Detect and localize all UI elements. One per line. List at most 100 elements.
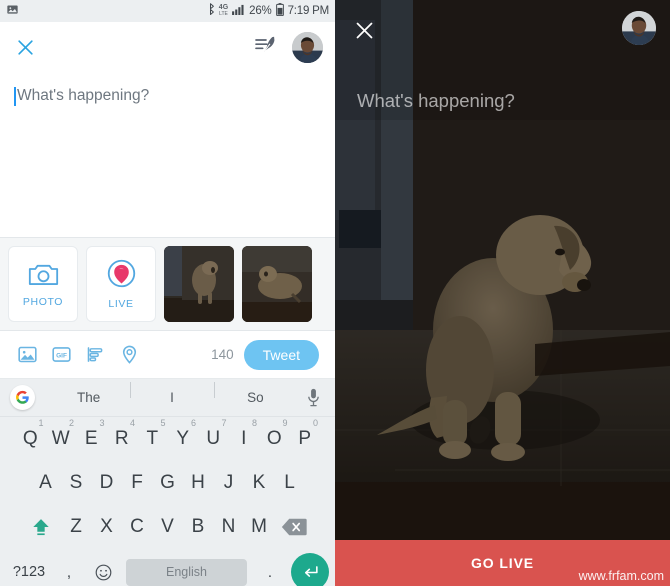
gallery-thumbnail-1[interactable] xyxy=(164,246,234,322)
comma-key[interactable]: , xyxy=(52,564,86,581)
screenshot-root: 4G LTE 26% 7:19 PM What's happening? PHO… xyxy=(0,0,670,586)
compose-placeholder: What's happening? xyxy=(17,87,150,104)
key-n[interactable]: N xyxy=(213,516,244,538)
android-status-bar: 4G LTE 26% 7:19 PM xyxy=(0,0,335,22)
image-icon xyxy=(6,3,19,19)
keyboard-bottom-row: ?123 , English . xyxy=(0,549,335,586)
key-j[interactable]: J xyxy=(213,472,244,494)
tweet-compose-area[interactable]: What's happening? xyxy=(0,72,335,237)
svg-text:GIF: GIF xyxy=(56,352,67,359)
key-p-label: P xyxy=(298,428,312,449)
key-x[interactable]: X xyxy=(91,516,122,538)
key-o-number: 9 xyxy=(282,418,288,428)
live-camera-panel: What's happening? GO LIVE www.frfam.com xyxy=(335,0,670,586)
suggestion-2[interactable]: I xyxy=(130,382,213,405)
key-b[interactable]: B xyxy=(183,516,214,538)
enter-return-icon[interactable] xyxy=(291,553,329,586)
key-f[interactable]: F xyxy=(122,472,153,494)
emoji-smiley-icon[interactable] xyxy=(86,563,120,582)
tweet-button[interactable]: Tweet xyxy=(243,339,319,370)
space-key[interactable]: English xyxy=(126,558,247,586)
key-e-label: E xyxy=(84,428,98,449)
photo-button[interactable]: PHOTO xyxy=(8,246,78,322)
close-x-icon[interactable] xyxy=(351,17,377,43)
close-x-icon[interactable] xyxy=(12,34,38,60)
key-w[interactable]: 2W xyxy=(46,418,77,450)
live-compose-placeholder[interactable]: What's happening? xyxy=(357,90,515,112)
media-picker-strip: PHOTO LIVE xyxy=(0,237,335,331)
key-i[interactable]: 8I xyxy=(229,418,260,450)
key-y-number: 6 xyxy=(190,418,196,428)
suggestion-3[interactable]: So xyxy=(213,382,297,405)
key-o[interactable]: 9O xyxy=(259,418,290,450)
key-i-number: 8 xyxy=(251,418,257,428)
microphone-icon[interactable] xyxy=(297,388,331,407)
key-h[interactable]: H xyxy=(183,472,214,494)
key-e[interactable]: 3E xyxy=(76,418,107,450)
bluetooth-icon xyxy=(206,3,215,19)
keyboard-suggestion-bar: The I So xyxy=(0,379,335,417)
key-m[interactable]: M xyxy=(244,516,275,538)
google-g-logo[interactable] xyxy=(10,385,35,410)
key-t[interactable]: 5T xyxy=(137,418,168,450)
gif-icon[interactable]: GIF xyxy=(44,338,78,372)
camera-icon xyxy=(28,261,59,292)
poll-icon[interactable] xyxy=(78,338,112,372)
key-c[interactable]: C xyxy=(122,516,153,538)
character-counter: 140 xyxy=(211,347,234,362)
site-watermark: www.frfam.com xyxy=(578,569,664,583)
battery-icon xyxy=(275,3,284,19)
key-l[interactable]: L xyxy=(274,472,305,494)
clock-label: 7:19 PM xyxy=(287,5,330,17)
key-u[interactable]: 7U xyxy=(198,418,229,450)
camera-preview xyxy=(335,0,670,586)
symbols-key[interactable]: ?123 xyxy=(6,564,52,580)
key-e-number: 3 xyxy=(99,418,105,428)
key-d[interactable]: D xyxy=(91,472,122,494)
network-type-indicator: 4G LTE xyxy=(218,4,229,17)
shift-caps-icon[interactable] xyxy=(21,516,61,538)
key-t-number: 5 xyxy=(160,418,166,428)
photo-button-label: PHOTO xyxy=(22,295,64,308)
live-button-label: LIVE xyxy=(108,298,134,310)
backspace-icon[interactable] xyxy=(274,517,314,537)
live-button[interactable]: LIVE xyxy=(86,246,156,322)
compose-thread-icon[interactable] xyxy=(254,35,278,60)
user-avatar[interactable] xyxy=(622,11,656,45)
key-q-number: 1 xyxy=(38,418,44,428)
key-y[interactable]: 6Y xyxy=(168,418,199,450)
key-z[interactable]: Z xyxy=(61,516,92,538)
key-y-label: Y xyxy=(176,428,190,449)
key-a[interactable]: A xyxy=(30,472,61,494)
periscope-icon xyxy=(106,258,137,294)
key-s[interactable]: S xyxy=(61,472,92,494)
twitter-compose-panel: 4G LTE 26% 7:19 PM What's happening? PHO… xyxy=(0,0,335,586)
key-k[interactable]: K xyxy=(244,472,275,494)
keyboard-row-3: Z X C V B N M xyxy=(0,505,335,549)
key-g[interactable]: G xyxy=(152,472,183,494)
compose-toolbar: GIF 140 Tweet xyxy=(0,331,335,379)
keyboard-row-2: A S D F G H J K L xyxy=(0,461,335,505)
key-o-label: O xyxy=(266,428,282,449)
battery-percent-label: 26% xyxy=(249,5,272,17)
location-pin-icon[interactable] xyxy=(112,338,146,372)
suggestion-1[interactable]: The xyxy=(47,390,130,405)
image-icon[interactable] xyxy=(10,338,44,372)
go-live-label: GO LIVE xyxy=(470,555,535,571)
period-key[interactable]: . xyxy=(253,564,287,581)
gallery-thumbnail-2[interactable] xyxy=(242,246,312,322)
key-t-label: T xyxy=(146,428,159,449)
android-keyboard: The I So 1Q 2W 3E 4R 5T 6Y 7U 8I 9O 0P A… xyxy=(0,379,335,586)
text-caret xyxy=(14,87,16,106)
key-q[interactable]: 1Q xyxy=(15,418,46,450)
key-q-label: Q xyxy=(22,428,38,449)
key-w-label: W xyxy=(51,428,70,449)
key-v[interactable]: V xyxy=(152,516,183,538)
user-avatar[interactable] xyxy=(292,31,323,63)
key-r[interactable]: 4R xyxy=(107,418,138,450)
key-p-number: 0 xyxy=(312,418,318,428)
key-i-label: I xyxy=(241,428,247,449)
key-p[interactable]: 0P xyxy=(290,418,321,450)
key-w-number: 2 xyxy=(68,418,74,428)
key-r-label: R xyxy=(114,428,129,449)
